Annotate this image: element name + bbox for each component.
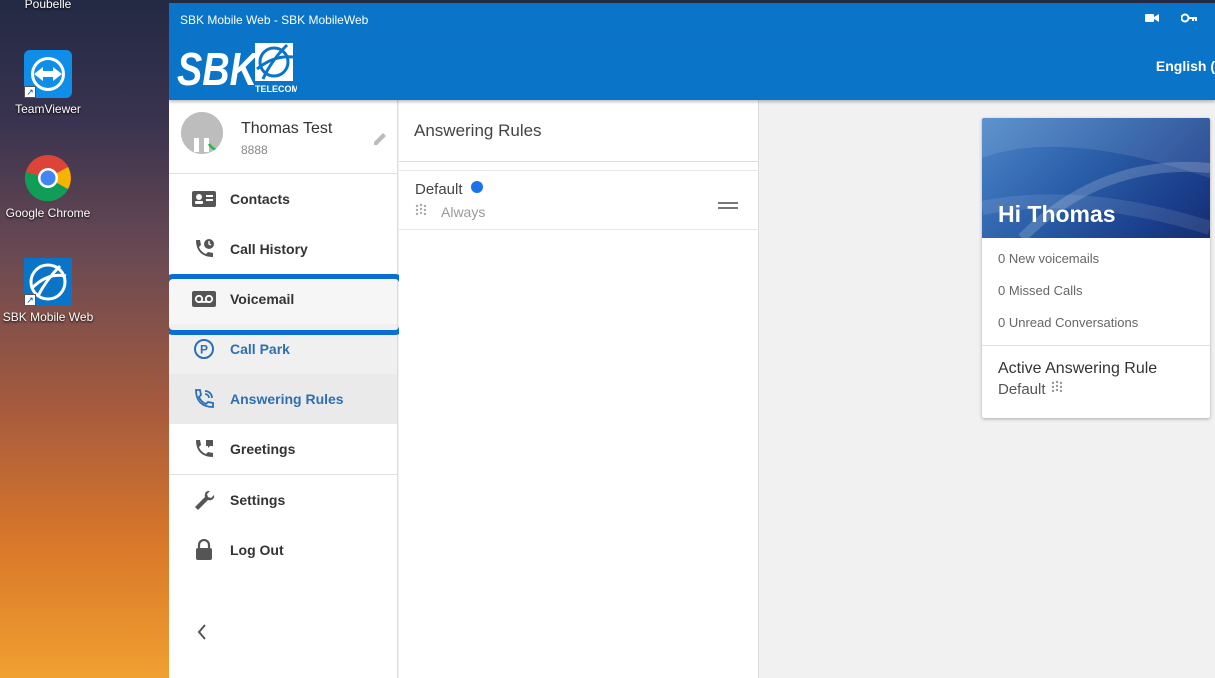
schedule-icon (1051, 380, 1065, 398)
active-dot-icon (470, 181, 483, 193)
greetings-icon (191, 438, 217, 460)
sidebar-item-label: Call History (230, 241, 308, 257)
svg-text:P: P (200, 343, 208, 357)
active-rule-title: Active Answering Rule (998, 360, 1158, 377)
teamviewer-icon: ↗ (24, 50, 72, 98)
sidebar-item-settings[interactable]: Settings (169, 475, 397, 525)
wrench-icon (191, 489, 217, 511)
chevron-left-icon[interactable] (197, 624, 207, 645)
desktop-icon-recycle-bin[interactable]: Poubelle (0, 0, 96, 11)
app-header: SBK TELECOM English ( (169, 37, 1215, 100)
sidebar-item-call-park[interactable]: P Call Park (169, 324, 397, 374)
profile-extension: 8888 (241, 143, 268, 157)
sbk-logo: SBK TELECOM (177, 41, 299, 100)
rule-name: Default (415, 181, 463, 198)
stats-list: 0 New voicemails 0 Missed Calls 0 Unread… (982, 238, 1210, 346)
sidebar-item-label: Call Park (230, 341, 290, 357)
stat-voicemails[interactable]: 0 New voicemails (982, 243, 1210, 275)
contacts-icon (191, 188, 217, 210)
desktop-icon-chrome[interactable]: Google Chrome (0, 154, 96, 220)
desktop-icon-sbk-mobile-web[interactable]: ↗ SBK Mobile Web (0, 258, 96, 324)
sbk-globe-icon: ↗ (24, 258, 72, 306)
lock-icon (191, 539, 217, 561)
desktop-icon-label: TeamViewer (15, 102, 81, 116)
sidebar-item-label: Log Out (230, 542, 284, 558)
stat-unread-conversations[interactable]: 0 Unread Conversations (982, 307, 1210, 339)
sidebar-item-label: Settings (230, 492, 286, 508)
rule-schedule: Always (441, 203, 486, 220)
voicemail-icon (191, 288, 217, 310)
sidebar-item-answering-rules[interactable]: Answering Rules (169, 374, 397, 424)
desktop-icon-teamviewer[interactable]: ↗ TeamViewer (0, 50, 96, 116)
call-park-icon: P (191, 338, 217, 360)
window-titlebar: SBK Mobile Web - SBK MobileWeb (169, 3, 1215, 37)
pencil-icon[interactable] (373, 132, 387, 151)
active-rule-value: Default (998, 380, 1046, 398)
svg-text:SBK: SBK (177, 43, 259, 95)
sidebar-item-log-out[interactable]: Log Out (169, 525, 397, 575)
sidebar-item-label: Voicemail (230, 291, 295, 307)
sidebar-item-label: Answering Rules (230, 391, 344, 407)
desktop-icon-label: SBK Mobile Web (2, 310, 94, 324)
sidebar-item-call-history[interactable]: Call History (169, 224, 397, 274)
desktop-icon-label: Poubelle (24, 0, 72, 11)
sidebar-item-voicemail[interactable]: Voicemail (169, 274, 397, 324)
sidebar-item-label: Contacts (230, 191, 290, 207)
user-profile[interactable]: Thomas Test 8888 (169, 100, 397, 174)
drag-handle-icon[interactable] (718, 197, 738, 215)
call-history-icon (191, 238, 217, 260)
video-camera-icon[interactable] (1145, 12, 1159, 27)
chrome-icon (24, 154, 72, 202)
sidebar-item-contacts[interactable]: Contacts (169, 174, 397, 224)
rule-row[interactable]: Default Always (399, 170, 758, 230)
profile-name: Thomas Test (241, 120, 333, 137)
card-banner: Hi Thomas (982, 118, 1210, 238)
greeting-title: Hi Thomas (998, 201, 1116, 227)
answering-rules-panel: Answering Rules Default Always (399, 100, 759, 678)
language-selector[interactable]: English ( (1156, 58, 1215, 74)
sidebar-item-greetings[interactable]: Greetings (169, 424, 397, 474)
summary-card: Hi Thomas 0 New voicemails 0 Missed Call… (982, 118, 1210, 418)
answering-rules-icon (191, 388, 217, 410)
stat-missed-calls[interactable]: 0 Missed Calls (982, 275, 1210, 307)
desktop-icon-label: Google Chrome (5, 206, 91, 220)
sidebar-item-label: Greetings (230, 441, 296, 457)
app-window: SBK Mobile Web - SBK MobileWeb SBK TELEC… (169, 3, 1215, 678)
avatar (181, 112, 223, 154)
key-icon[interactable] (1180, 12, 1197, 27)
window-title: SBK Mobile Web - SBK MobileWeb (180, 13, 369, 27)
svg-text:TELECOM: TELECOM (255, 84, 297, 94)
schedule-icon (415, 203, 429, 220)
panel-title: Answering Rules (399, 100, 758, 162)
sidebar: Thomas Test 8888 Contacts Call History V… (169, 100, 398, 678)
